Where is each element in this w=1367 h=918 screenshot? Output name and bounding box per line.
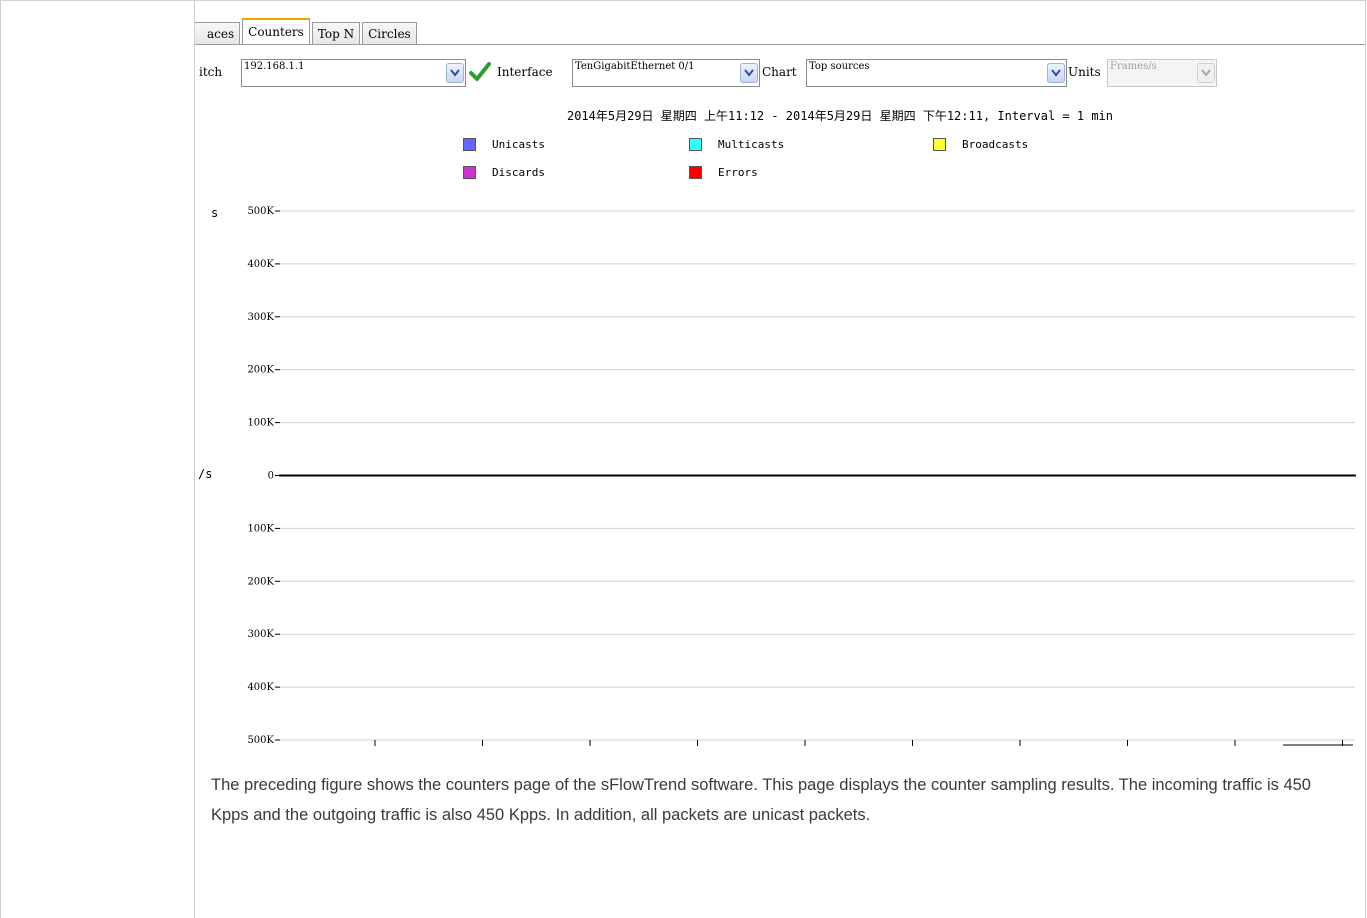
traffic-chart: 500K 400K 300K 200K 100K 0 100K 200K 300K 400K 500…	[247, 206, 1356, 746]
chart-x-axis	[374, 740, 1353, 746]
chart-y-labels: 500K 400K 300K 200K 100K 0 100K 200K 300K 400K 500…	[247, 206, 274, 746]
y-tick-label: 500K	[247, 206, 274, 217]
y-tick-label: 400K	[247, 259, 274, 270]
y-tick-label: 400K	[247, 682, 274, 693]
frame-left-border	[0, 0, 1, 918]
y-tick-label: 200K	[247, 576, 274, 587]
y-tick-label: 0	[268, 471, 274, 482]
sflowtrend-app: aces Counters Top N Circles itch 192.168…	[195, 0, 1365, 760]
y-tick-label: 100K	[247, 523, 274, 534]
y-tick-label: 300K	[247, 312, 274, 323]
y-tick-label: 100K	[247, 418, 274, 429]
figure-caption: The preceding figure shows the counters …	[211, 776, 1311, 824]
y-tick-label: 500K	[247, 735, 274, 746]
y-tick-label: 300K	[247, 629, 274, 640]
y-tick-label: 200K	[247, 365, 274, 376]
